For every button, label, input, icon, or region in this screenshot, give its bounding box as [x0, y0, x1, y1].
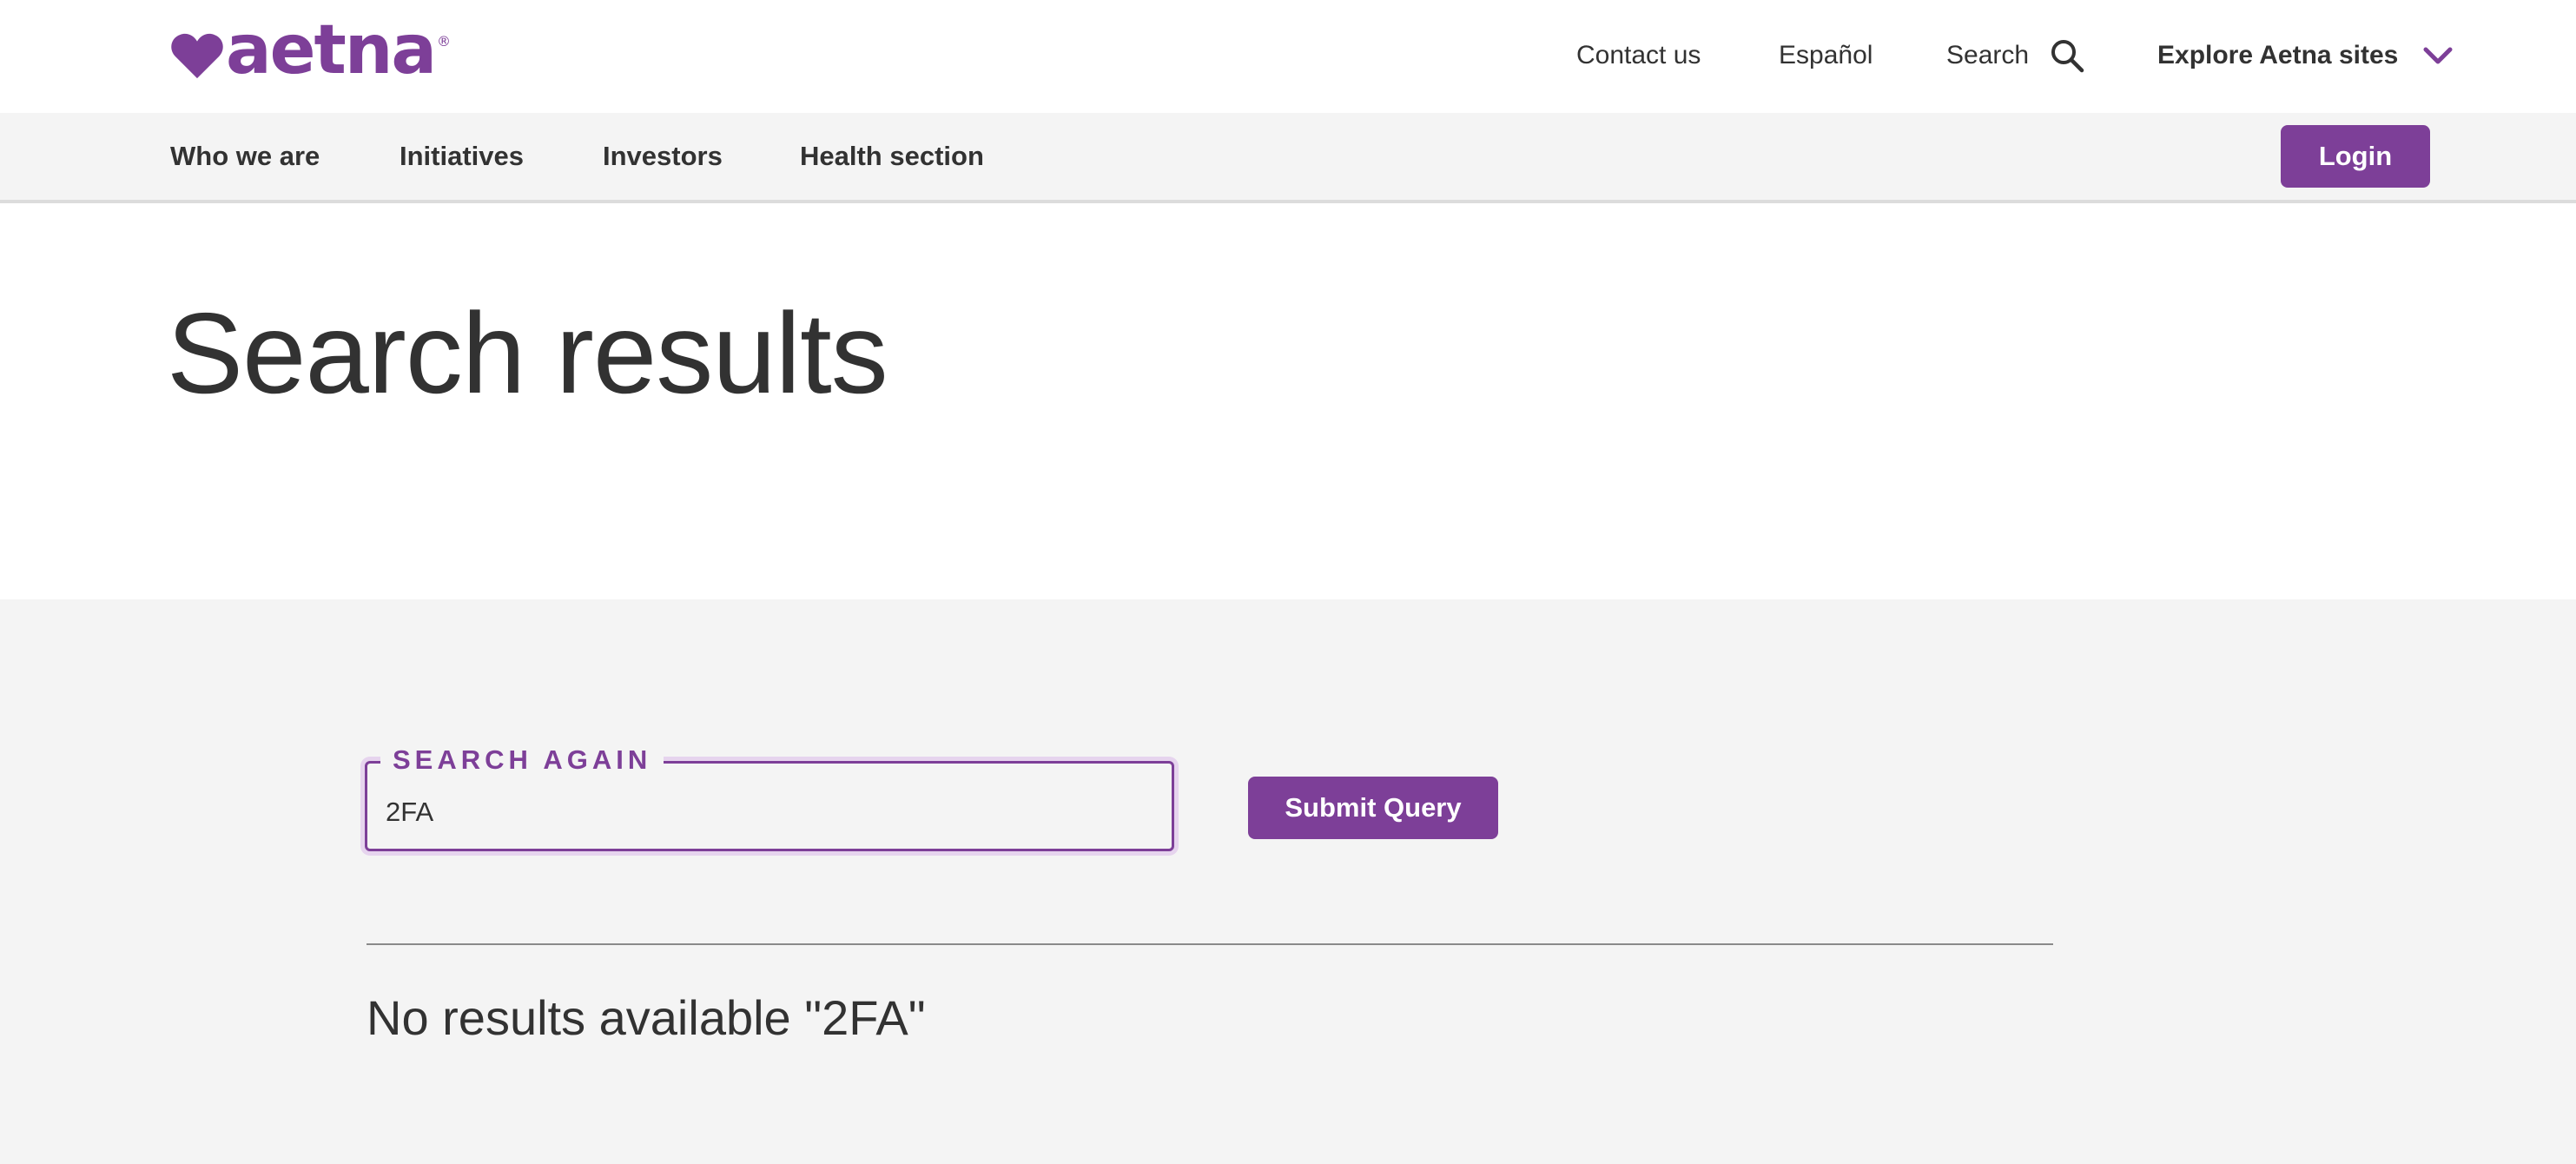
search-link[interactable]: Search — [1946, 33, 2084, 78]
contact-us-link[interactable]: Contact us — [1576, 33, 1701, 78]
nav-item-who-we-are[interactable]: Who we are — [170, 113, 320, 200]
utility-nav: Contact us Español Search Explore Aetna … — [0, 33, 2576, 78]
contact-us-label: Contact us — [1576, 41, 1701, 69]
explore-aetna-sites-dropdown[interactable]: Explore Aetna sites — [2157, 33, 2454, 78]
search-label: Search — [1946, 41, 2030, 69]
explore-label: Explore Aetna sites — [2157, 41, 2399, 69]
results-divider — [367, 943, 2053, 945]
results-section: SEARCH AGAIN Submit Query No results ava… — [0, 599, 2576, 1164]
page-title: Search results — [167, 289, 888, 417]
espanol-label: Español — [1779, 41, 1873, 69]
search-again-label: SEARCH AGAIN — [380, 744, 664, 776]
search-again-input[interactable] — [386, 773, 1150, 839]
hero-section: Search results — [0, 203, 2576, 599]
submit-query-button[interactable]: Submit Query — [1248, 777, 1498, 839]
chevron-down-icon — [2423, 47, 2453, 64]
main-nav: Who we are Initiatives Investors Health … — [0, 113, 2576, 203]
espanol-link[interactable]: Español — [1779, 33, 1873, 78]
no-results-message: No results available "2FA" — [367, 990, 926, 1045]
nav-item-health-section[interactable]: Health section — [800, 113, 984, 200]
login-button[interactable]: Login — [2281, 125, 2430, 188]
search-icon — [2051, 40, 2084, 73]
top-utility-bar: aetna ® Contact us Español Search Explor… — [0, 0, 2576, 113]
nav-item-investors[interactable]: Investors — [603, 113, 723, 200]
nav-item-initiatives[interactable]: Initiatives — [400, 113, 524, 200]
